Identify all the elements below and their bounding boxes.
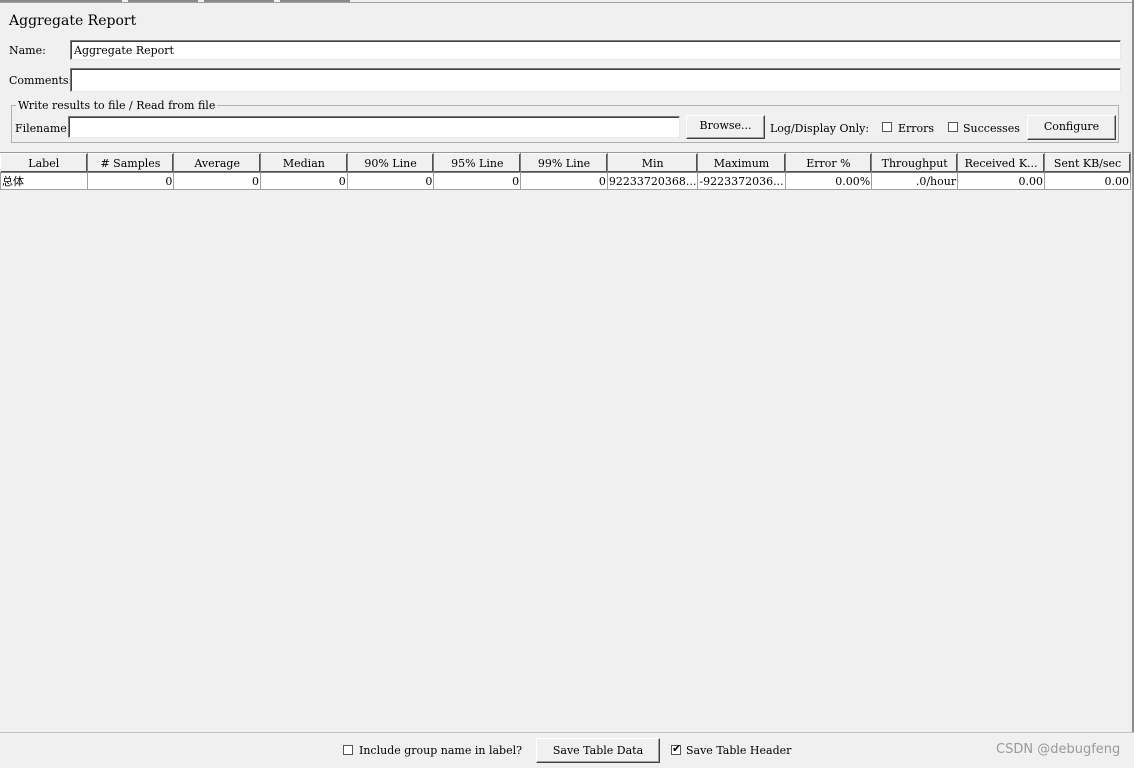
table-cell[interactable]: 0 (520, 172, 608, 190)
table-cell[interactable]: 0 (173, 172, 262, 190)
successes-checkbox[interactable] (948, 122, 958, 132)
include-group-name-checkbox[interactable] (343, 745, 353, 755)
comments-label: Comments: (9, 74, 73, 87)
column-header-maximum[interactable]: Maximum (697, 153, 786, 173)
table-cell[interactable]: -9223372036... (697, 172, 786, 190)
browse-button[interactable]: Browse... (686, 115, 765, 139)
column-header-received-kb[interactable]: Received K... (957, 153, 1046, 173)
column-header-median[interactable]: Median (260, 153, 348, 173)
top-divider (0, 2, 1134, 3)
column-header-min[interactable]: Min (606, 153, 699, 173)
save-table-header-label: Save Table Header (686, 744, 792, 757)
column-header-90-line[interactable]: 90% Line (346, 153, 435, 173)
table-header-row: Label # Samples Average Median 90% Line … (0, 153, 1131, 173)
filename-label: Filename (15, 122, 67, 135)
column-header-sent-kb[interactable]: Sent KB/sec (1044, 153, 1131, 173)
aggregate-table[interactable]: Label # Samples Average Median 90% Line … (0, 153, 1131, 190)
column-header-99-line[interactable]: 99% Line (520, 153, 608, 173)
table-cell[interactable]: 0.00 (1044, 172, 1131, 190)
results-table-area[interactable]: Label # Samples Average Median 90% Line … (0, 152, 1131, 733)
table-cell[interactable]: 92233720368... (606, 172, 699, 190)
column-header-error-percent[interactable]: Error % (784, 153, 873, 173)
column-header-average[interactable]: Average (173, 153, 262, 173)
watermark: CSDN @debugfeng (996, 742, 1121, 757)
configure-button[interactable]: Configure (1027, 115, 1116, 140)
name-input[interactable] (70, 40, 1121, 60)
errors-label: Errors (898, 122, 935, 135)
table-row[interactable]: 总体 0 0 0 0 0 0 92233720368... -922337203… (0, 172, 1131, 190)
table-cell[interactable]: 0.00% (784, 172, 873, 190)
include-group-name-label: Include group name in label? (359, 744, 523, 757)
successes-label: Successes (963, 122, 1020, 135)
column-header-throughput[interactable]: Throughput (871, 153, 959, 173)
table-cell[interactable]: 0 (86, 172, 175, 190)
comments-input[interactable] (70, 68, 1121, 92)
column-header-samples[interactable]: # Samples (86, 153, 175, 173)
column-header-label[interactable]: Label (0, 153, 88, 173)
write-results-legend: Write results to file / Read from file (18, 99, 216, 112)
errors-checkbox[interactable] (882, 122, 892, 132)
checkmark-icon: ✔ (672, 742, 682, 755)
panel-title: Aggregate Report (9, 13, 137, 29)
table-cell[interactable]: 0 (260, 172, 348, 190)
log-display-only-label: Log/Display Only: (770, 122, 870, 135)
filename-input[interactable] (68, 116, 680, 138)
save-table-header-checkbox[interactable]: ✔ (671, 742, 682, 755)
table-cell[interactable]: .0/hour (871, 172, 959, 190)
name-label: Name: (9, 44, 46, 57)
save-table-data-button[interactable]: Save Table Data (536, 738, 660, 763)
table-cell[interactable]: 0 (346, 172, 435, 190)
table-cell[interactable]: 0.00 (957, 172, 1046, 190)
column-header-95-line[interactable]: 95% Line (433, 153, 522, 173)
table-cell[interactable]: 0 (433, 172, 522, 190)
table-cell[interactable]: 总体 (0, 172, 88, 190)
